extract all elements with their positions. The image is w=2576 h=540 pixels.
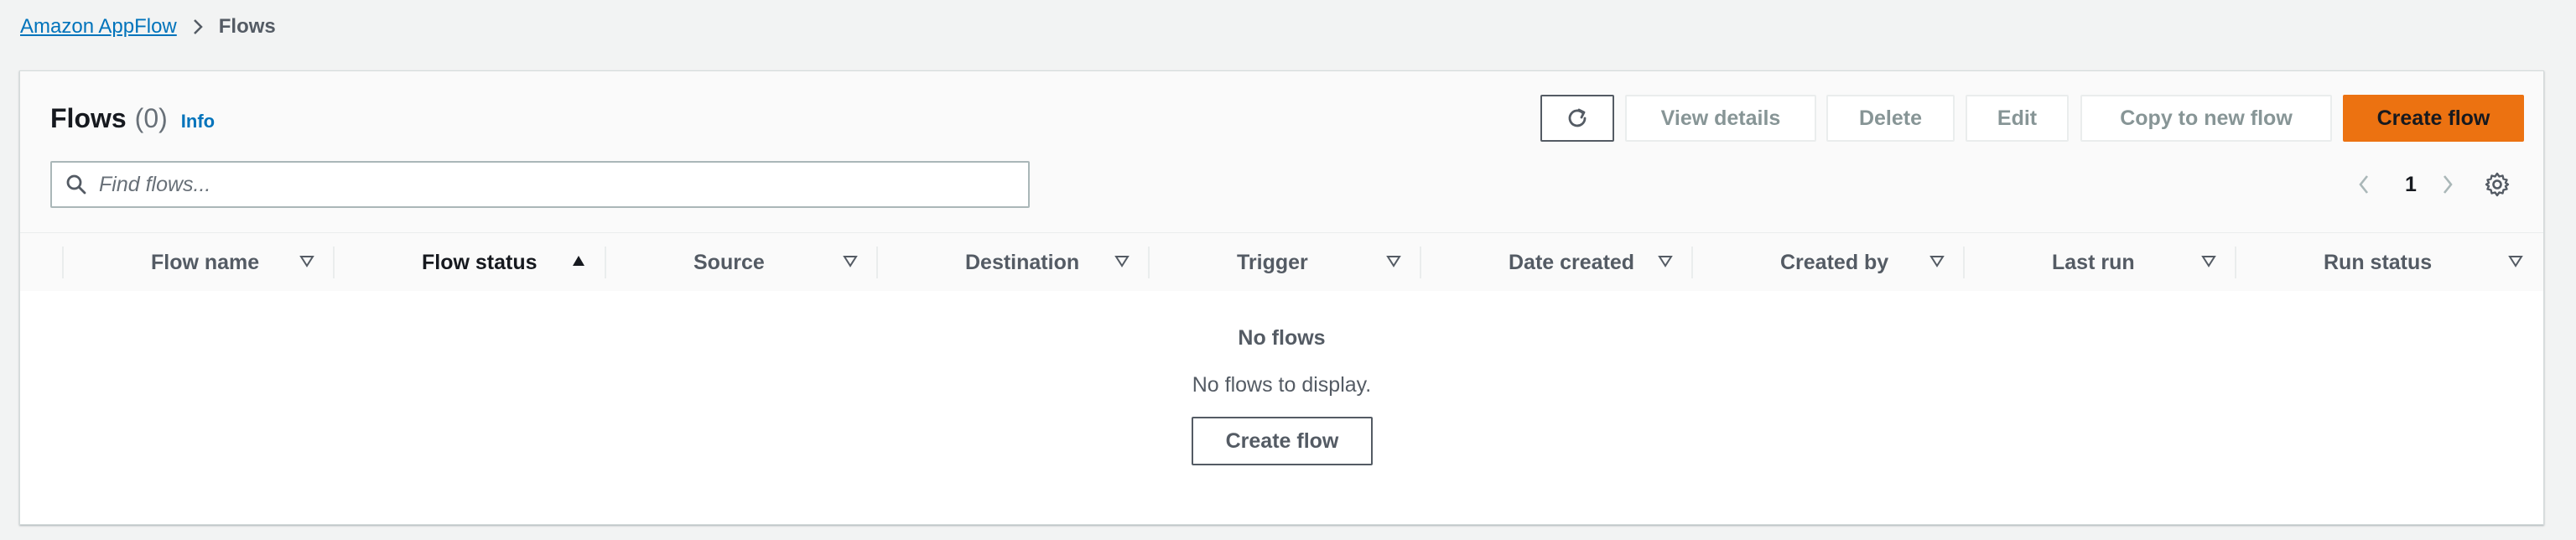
column-label: Created by [1780,250,1889,274]
column-header-last-run[interactable]: Last run [1965,233,2236,292]
copy-to-new-flow-button[interactable]: Copy to new flow [2080,95,2332,142]
column-header-flow-status[interactable]: Flow status [335,233,606,292]
page-title: Flows (0) Info [50,103,215,134]
column-label: Last run [2052,250,2135,274]
search-input[interactable] [99,172,1005,197]
column-label: Destination [965,250,1080,274]
column-label: Source [693,250,765,274]
selection-column [20,233,64,292]
column-header-run-status[interactable]: Run status [2236,233,2543,292]
sort-unsorted-icon [1929,253,1945,268]
search-icon [65,174,87,195]
previous-page-icon[interactable] [2356,173,2371,196]
column-label: Date created [1509,250,1635,274]
column-label: Trigger [1237,250,1308,274]
empty-state-create-flow-button[interactable]: Create flow [1192,417,1373,465]
sort-unsorted-icon [2201,253,2216,268]
empty-state: No flows No flows to display. Create flo… [20,291,2543,526]
title-text: Flows [50,103,127,133]
breadcrumb: Amazon AppFlow Flows [20,15,276,39]
column-header-destination[interactable]: Destination [878,233,1150,292]
column-label: Flow status [422,250,538,274]
table-header: Flow name Flow status Source Destination… [20,232,2543,291]
empty-state-title: No flows [1238,326,1326,350]
info-link[interactable]: Info [181,111,215,132]
sort-unsorted-icon [1658,253,1673,268]
sort-unsorted-icon [1386,253,1401,268]
column-header-created-by[interactable]: Created by [1693,233,1965,292]
sort-unsorted-icon [299,253,314,268]
pagination: 1 [2343,165,2536,204]
refresh-button[interactable] [1540,95,1614,142]
delete-button[interactable]: Delete [1826,95,1955,142]
breadcrumb-current: Flows [218,15,276,38]
column-label: Run status [2324,250,2433,274]
column-header-flow-name[interactable]: Flow name [64,233,335,292]
search-field [50,161,1030,208]
chevron-right-icon [192,18,204,36]
empty-state-description: No flows to display. [1192,373,1372,397]
view-details-button[interactable]: View details [1625,95,1816,142]
column-header-trigger[interactable]: Trigger [1150,233,1421,292]
breadcrumb-link-appflow[interactable]: Amazon AppFlow [20,15,177,39]
gear-icon[interactable] [2484,171,2511,198]
column-label: Flow name [151,250,260,274]
sort-ascending-icon [571,253,586,268]
flow-count: (0) [134,103,168,133]
next-page-icon[interactable] [2440,173,2455,196]
sort-unsorted-icon [843,253,858,268]
create-flow-button[interactable]: Create flow [2343,95,2524,142]
sort-unsorted-icon [2508,253,2523,268]
edit-button[interactable]: Edit [1966,95,2069,142]
column-header-source[interactable]: Source [606,233,878,292]
page-number[interactable]: 1 [2405,173,2417,197]
flows-panel: Flows (0) Info View details Delete Edit … [19,70,2544,525]
sort-unsorted-icon [1114,253,1130,268]
refresh-icon [1564,105,1591,132]
column-header-date-created[interactable]: Date created [1421,233,1693,292]
